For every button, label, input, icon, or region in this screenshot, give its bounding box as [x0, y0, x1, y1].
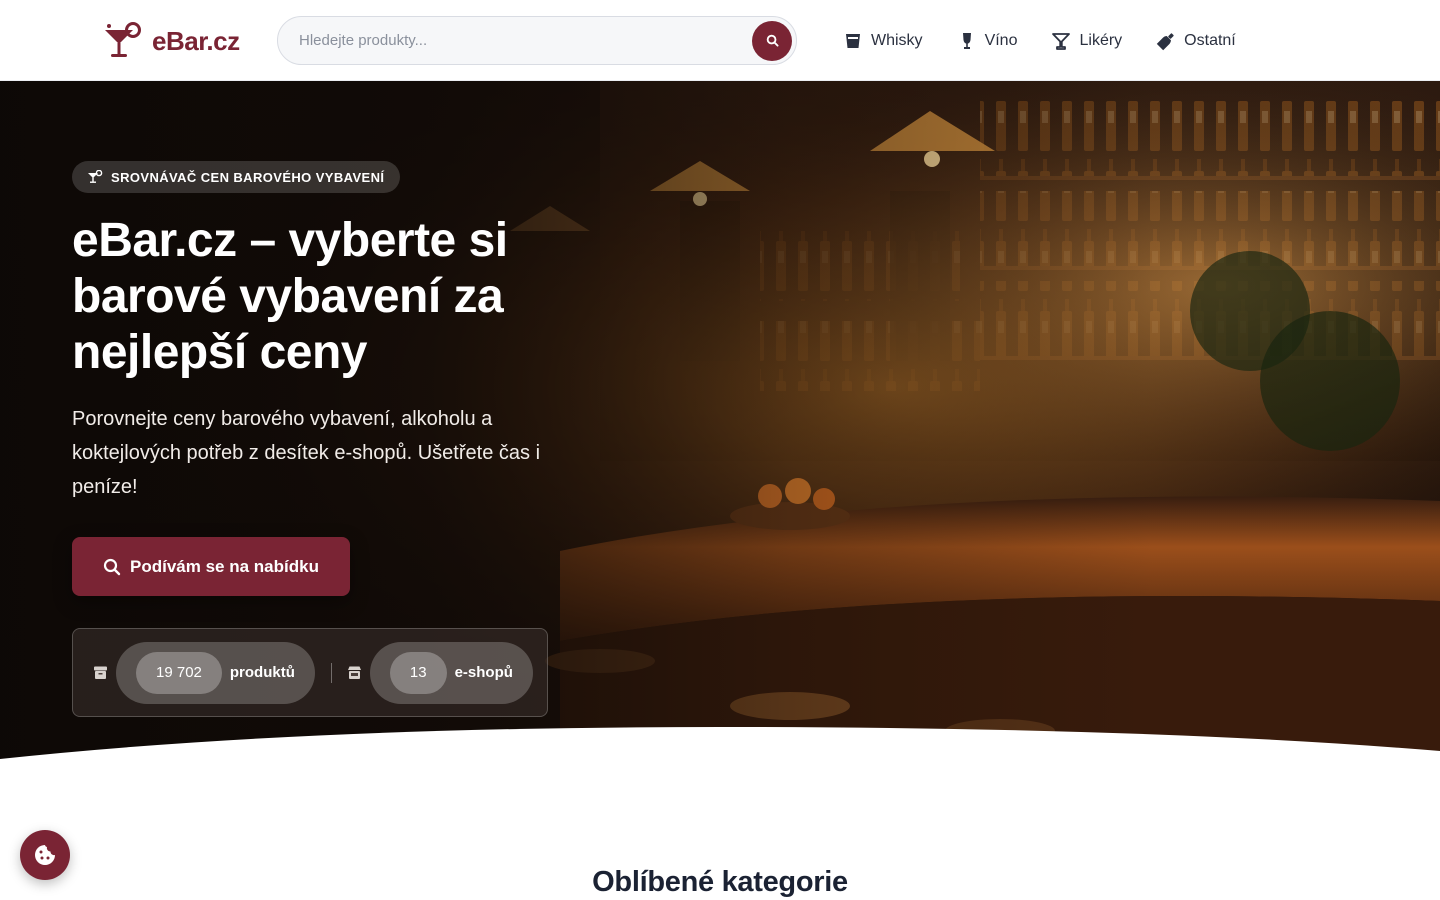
nav-item-ostatni[interactable]: Ostatní — [1156, 31, 1236, 51]
browse-offer-label: Podívám se na nabídku — [130, 556, 319, 576]
stat-products-pill: 19 702 produktů — [116, 641, 315, 704]
hero-badge-text: SROVNÁVAČ CEN BAROVÉHO VYBAVENÍ — [111, 169, 385, 185]
hero-badge: SROVNÁVAČ CEN BAROVÉHO VYBAVENÍ — [72, 161, 401, 193]
nav-label-whisky: Whisky — [871, 32, 923, 49]
popular-categories-title: Oblíbené kategorie — [592, 866, 848, 898]
stat-shops-label: e-shopů — [454, 664, 513, 681]
site-header: eBar.cz Whisky Víno — [0, 0, 1440, 81]
whisky-glass-icon — [846, 34, 860, 48]
hero-section: SROVNÁVAČ CEN BAROVÉHO VYBAVENÍ eBar.cz … — [0, 81, 1440, 761]
browse-offer-button[interactable]: Podívám se na nabídku — [72, 537, 350, 596]
cocktail-glass-icon — [1052, 33, 1071, 50]
stat-products-label: produktů — [229, 664, 295, 681]
bottle-icon — [1156, 33, 1174, 51]
search-icon — [766, 34, 779, 47]
nav-item-likery[interactable]: Likéry — [1051, 31, 1122, 51]
search-input[interactable] — [278, 17, 752, 64]
nav-item-vino[interactable]: Víno — [957, 31, 1018, 51]
cocktail-icon — [88, 170, 103, 183]
nav-label-vino: Víno — [984, 32, 1018, 49]
stat-shops-value: 13 — [389, 651, 447, 694]
stat-products-value: 19 702 — [136, 651, 222, 694]
hero-wave-divider — [0, 727, 1440, 761]
hero-title: eBar.cz – vyberte si barové vybavení za … — [72, 214, 508, 379]
stats-panel: 19 702 produktů 13 e-shopů — [72, 628, 548, 717]
hero-subtitle: Porovnejte ceny barového vybavení, alkoh… — [72, 408, 541, 498]
nav-label-likery: Likéry — [1079, 32, 1123, 49]
stats-divider — [330, 662, 332, 683]
cocktail-logo-icon — [105, 22, 141, 57]
logo-text: eBar.cz — [152, 25, 240, 56]
wine-bottle-icon — [962, 33, 971, 49]
nav-label-ostatni: Ostatní — [1184, 32, 1236, 49]
search-button[interactable] — [752, 20, 792, 61]
site-logo[interactable]: eBar.cz — [103, 22, 240, 60]
stat-shops-pill: 13 e-shopů — [369, 641, 533, 704]
search-icon — [103, 558, 121, 575]
stat-products: 19 702 produktů — [93, 641, 315, 704]
nav-item-whisky[interactable]: Whisky — [843, 31, 923, 51]
store-icon — [347, 666, 361, 679]
cookie-settings-button[interactable] — [20, 830, 70, 880]
stat-shops: 13 e-shopů — [347, 641, 533, 704]
box-icon — [94, 666, 107, 679]
search-bar — [277, 16, 797, 65]
main-nav: Whisky Víno Likéry Ostatní — [843, 26, 1236, 56]
cookie-icon — [35, 845, 55, 865]
